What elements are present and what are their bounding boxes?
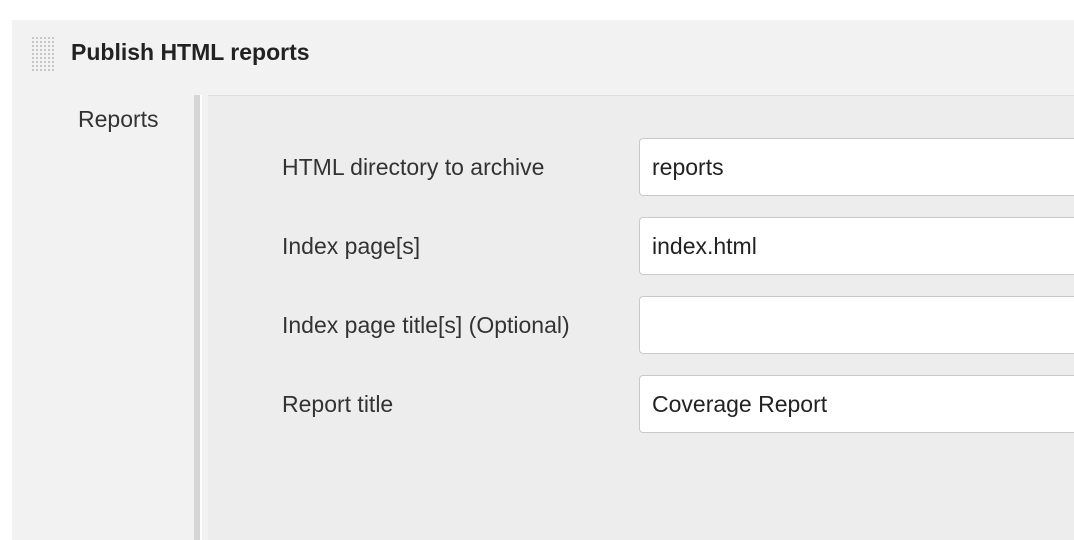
section-title: Publish HTML reports: [71, 39, 310, 65]
html-directory-input[interactable]: [639, 138, 1074, 196]
report-title-input[interactable]: [639, 375, 1074, 433]
index-page-titles-input[interactable]: [639, 296, 1074, 354]
html-directory-label: HTML directory to archive: [282, 154, 545, 180]
index-pages-label: Index page[s]: [282, 233, 421, 259]
page: Publish HTML reports Reports HTML direct…: [0, 0, 1074, 540]
report-title-label: Report title: [282, 391, 394, 417]
drag-handle-icon[interactable]: [31, 36, 55, 72]
index-pages-input[interactable]: [639, 217, 1074, 275]
reports-label: Reports: [78, 106, 159, 132]
repeatable-border-highlight: [200, 95, 202, 540]
publish-html-reports-section: Publish HTML reports Reports HTML direct…: [12, 20, 1074, 540]
index-page-titles-label: Index page title[s] (Optional): [282, 312, 570, 338]
report-entry-panel: HTML directory to archive Index page[s] …: [208, 95, 1074, 540]
